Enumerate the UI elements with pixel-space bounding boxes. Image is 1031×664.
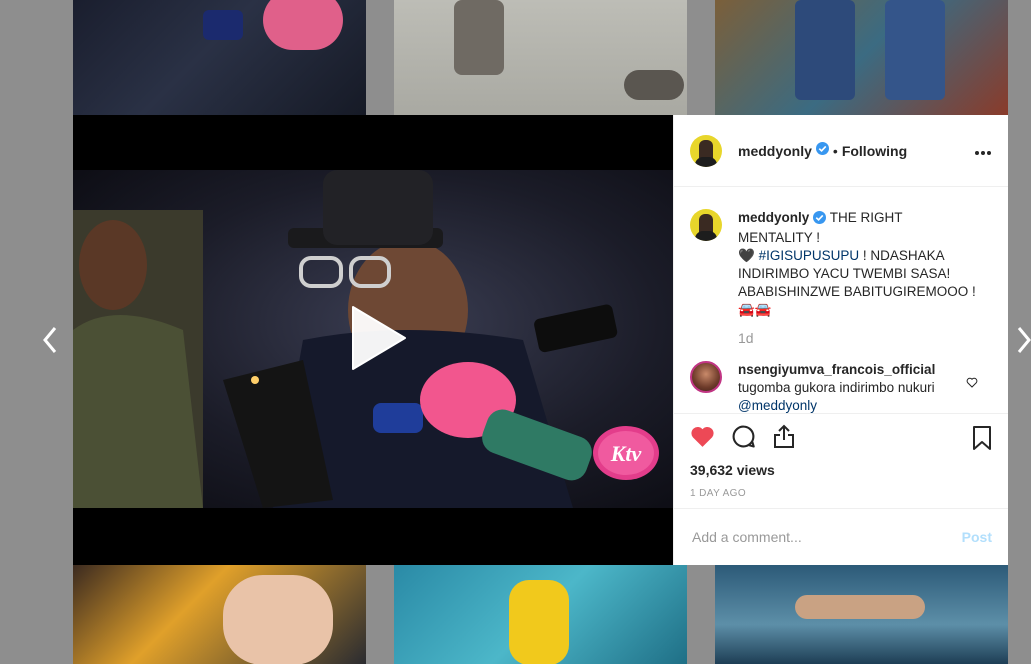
comments-section: meddyonly THE RIGHT MENTALITY ! 🖤 #IGISU… [674, 187, 1008, 414]
grid-post-thumbnail[interactable] [394, 0, 687, 115]
post-actions: 39,632 views 1 DAY AGO [674, 414, 1008, 509]
post-date: 1 DAY AGO [690, 488, 747, 499]
caption-body: meddyonly THE RIGHT MENTALITY ! 🖤 #IGISU… [738, 209, 978, 347]
bookmark-icon [973, 426, 991, 450]
more-options-button[interactable] [974, 140, 992, 161]
ktv-watermark-text: Ktv [610, 441, 642, 466]
post-header: meddyonly • Following [674, 115, 1008, 187]
verified-badge-icon [815, 141, 829, 160]
comment-button[interactable] [731, 424, 756, 454]
post-modal: Ktv meddyonly • Following meddyonly THE … [73, 115, 1008, 565]
grid-post-thumbnail[interactable] [715, 565, 1008, 664]
next-post-arrow[interactable] [1016, 325, 1031, 361]
more-horizontal-icon [975, 151, 991, 155]
heart-filled-icon [691, 426, 714, 447]
heart-outline-icon [966, 377, 978, 388]
commenter-avatar[interactable] [690, 361, 722, 393]
caption-comment: meddyonly THE RIGHT MENTALITY ! 🖤 #IGISU… [690, 209, 992, 347]
following-button[interactable]: Following [842, 143, 907, 159]
grid-post-thumbnail[interactable] [73, 565, 366, 664]
video-player[interactable]: Ktv [73, 115, 673, 565]
share-upload-icon [774, 424, 794, 448]
like-button[interactable] [690, 425, 715, 453]
like-comment-button[interactable] [966, 375, 978, 393]
previous-post-arrow[interactable] [42, 325, 58, 361]
caption-author-avatar[interactable] [690, 209, 722, 241]
caption-timestamp[interactable]: 1d [738, 329, 978, 347]
grid-post-thumbnail[interactable] [73, 0, 366, 115]
play-button[interactable] [343, 305, 409, 371]
comment-input[interactable] [690, 527, 954, 546]
chevron-right-icon [1017, 327, 1031, 353]
add-comment-bar: Post [674, 509, 1008, 564]
post-comment-button[interactable]: Post [962, 529, 992, 545]
play-icon [352, 306, 406, 370]
reply-mention-link[interactable]: @meddyonly [738, 398, 817, 413]
black-heart-emoji: 🖤 [738, 248, 755, 263]
grid-post-thumbnail[interactable] [715, 0, 1008, 115]
caption-hashtag-link[interactable]: #IGISUPUSUPU [759, 248, 860, 263]
save-bookmark-button[interactable] [972, 426, 992, 456]
comment-bubble-icon [732, 425, 755, 448]
view-count[interactable]: 39,632 views [690, 462, 992, 478]
reply-text: tugomba gukora indirimbo nukuri [738, 380, 935, 395]
grid-post-thumbnail[interactable] [394, 565, 687, 664]
ktv-logo-icon: Ktv [593, 426, 659, 480]
chevron-left-icon [43, 327, 57, 353]
author-username[interactable]: meddyonly [738, 143, 812, 159]
reply-body: nsengiyumva_francois_official tugomba gu… [738, 361, 978, 415]
reply-comment: nsengiyumva_francois_official tugomba gu… [690, 361, 992, 415]
ktv-watermark: Ktv [591, 423, 661, 493]
caption-username[interactable]: meddyonly [738, 210, 809, 225]
verified-badge-icon [813, 211, 827, 229]
author-avatar[interactable] [690, 134, 722, 167]
share-button[interactable] [772, 424, 796, 454]
car-emojis: 🚘🚘 [738, 302, 772, 317]
post-details-panel: meddyonly • Following meddyonly THE RIGH… [673, 115, 1008, 565]
header-separator: • [832, 142, 838, 159]
commenter-username[interactable]: nsengiyumva_francois_official [738, 362, 935, 377]
